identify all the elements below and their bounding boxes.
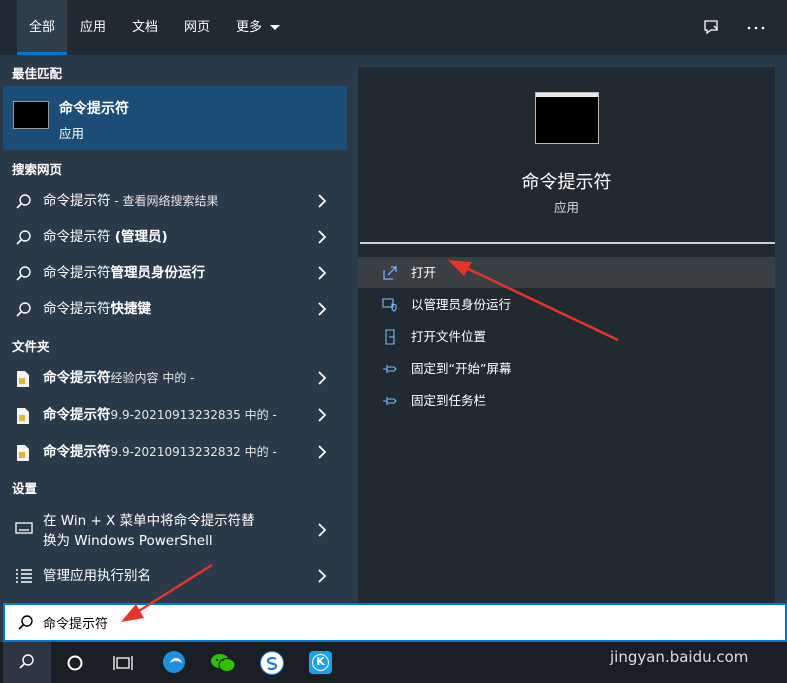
baidu-watermark-url: jingyan.baidu.com	[610, 648, 749, 666]
arrow-to-open	[461, 264, 619, 342]
baidu-watermark-logo: Baidu经验	[612, 610, 748, 640]
arrow-to-search	[133, 563, 213, 616]
arrowhead	[448, 260, 472, 276]
annotation-arrows	[121, 260, 619, 622]
arrowhead	[121, 604, 144, 622]
